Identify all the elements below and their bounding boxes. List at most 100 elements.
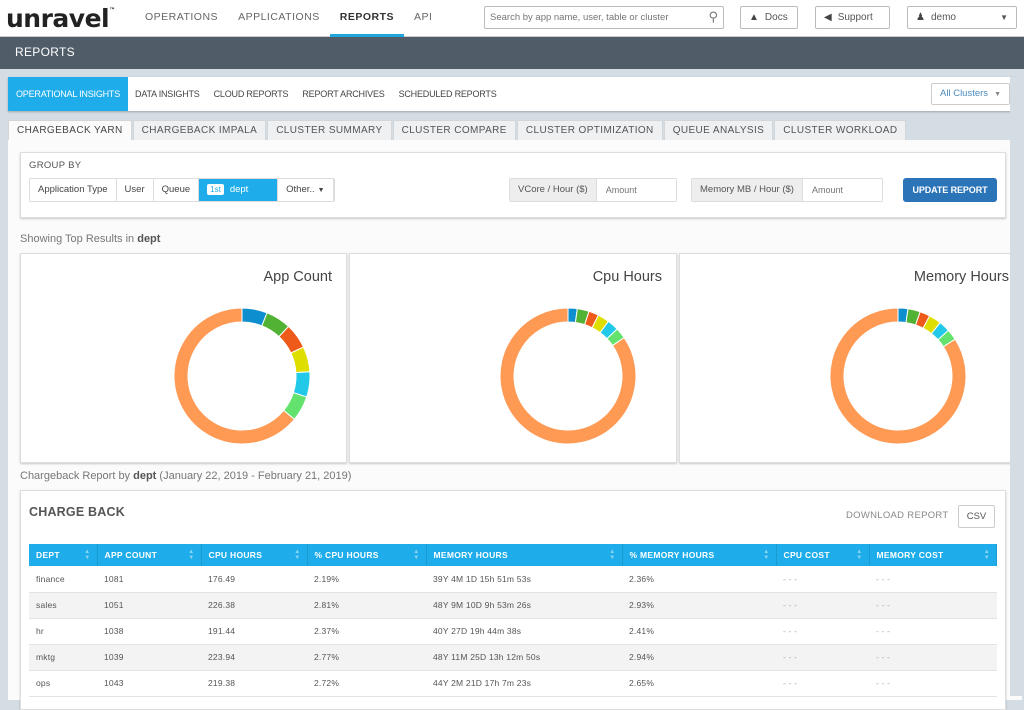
group-by-other-label: Other..: [286, 184, 315, 195]
nav-reports[interactable]: REPORTS: [329, 0, 405, 37]
col-memory-cost[interactable]: MEMORY COST ▲ ▼: [869, 544, 997, 566]
unravel-logo[interactable]: unravel™: [6, 4, 115, 33]
col-pct-memory-hours[interactable]: % MEMORY HOURS ▲ ▼: [622, 544, 777, 566]
cell-memory-cost: - - -: [869, 592, 997, 619]
tab-cluster-summary[interactable]: CLUSTER SUMMARY: [267, 120, 392, 140]
cpu-hours-donut: [499, 307, 637, 445]
docs-label: Docs: [764, 12, 788, 23]
cell-memory-hours: 48Y 9M 10D 9h 53m 26s: [426, 592, 622, 619]
subnav-scheduled-reports[interactable]: SCHEDULED REPORTS: [392, 77, 504, 111]
col-pct-cpu-hours[interactable]: % CPU HOURS ▲ ▼: [307, 544, 427, 566]
col-label: APP COUNT: [104, 550, 158, 560]
cluster-select[interactable]: All Clusters ▼: [931, 83, 1010, 105]
chargeback-caption: Chargeback Report by dept (January 22, 2…: [20, 470, 351, 482]
subnav-operational-insights[interactable]: OPERATIONAL INSIGHTS: [8, 77, 129, 111]
subnav-report-archives[interactable]: REPORT ARCHIVES: [295, 77, 391, 111]
cell-pct-cpu-hours: 2.81%: [307, 592, 426, 619]
sort-icon: ▲ ▼: [188, 549, 195, 561]
tab-cluster-optimization[interactable]: CLUSTER OPTIMIZATION: [516, 120, 663, 140]
tab-cluster-compare[interactable]: CLUSTER COMPARE: [392, 120, 516, 140]
col-label: MEMORY HOURS: [433, 550, 508, 560]
support-button[interactable]: ◀ Support: [815, 6, 890, 29]
sort-icon: ▲ ▼: [413, 549, 420, 561]
cell-cpu-hours: 176.49: [201, 566, 307, 593]
table-row[interactable]: sales 1051 226.38 2.81% 48Y 9M 10D 9h 53m 26…: [29, 592, 997, 619]
cell-memory-cost: - - -: [869, 566, 997, 593]
tab-chargeback-yarn[interactable]: CHARGEBACK YARN: [8, 120, 132, 140]
cell-pct-memory-hours: 2.65%: [622, 670, 776, 697]
group-by-other-dropdown[interactable]: Other.. ▼: [278, 179, 334, 201]
tab-cluster-workload[interactable]: CLUSTER WORKLOAD: [774, 120, 907, 140]
docs-button[interactable]: ▲ Docs: [740, 6, 798, 29]
col-app-count[interactable]: APP COUNT ▲ ▼: [97, 544, 202, 566]
sort-icon: ▲ ▼: [609, 549, 616, 561]
cell-memory-hours: 40Y 27D 19h 44m 38s: [426, 618, 622, 645]
cell-cpu-hours: 219.38: [201, 670, 307, 697]
memory-rate-input[interactable]: [802, 179, 882, 201]
support-label: Support: [837, 12, 873, 23]
nav-api[interactable]: API: [404, 0, 442, 37]
sort-icon: ▲ ▼: [763, 549, 770, 561]
memory-rate-label: Memory MB / Hour ($): [692, 179, 803, 201]
group-by-panel: GROUP BY Application Type User Queue 1st…: [20, 152, 1006, 218]
cpu-hours-panel: Cpu Hours: [349, 253, 677, 463]
subnav-cloud-reports[interactable]: CLOUD REPORTS: [207, 77, 296, 111]
col-dept[interactable]: DEPT ▲ ▼: [29, 544, 98, 566]
table-row[interactable]: mktg 1039 223.94 2.77% 48Y 11M 25D 13h 12m 5…: [29, 644, 997, 671]
report-tabs: CHARGEBACK YARN CHARGEBACK IMPALA CLUSTE…: [8, 120, 907, 140]
col-cpu-cost[interactable]: CPU COST ▲ ▼: [776, 544, 870, 566]
showing-prefix: Showing Top Results in: [20, 233, 135, 245]
cell-memory-hours: 39Y 4M 1D 15h 51m 53s: [426, 566, 622, 593]
subnav-data-insights[interactable]: DATA INSIGHTS: [128, 77, 207, 111]
col-label: MEMORY COST: [876, 550, 944, 560]
memory-rate-group: Memory MB / Hour ($): [691, 178, 883, 202]
sort-icon: ▲ ▼: [294, 549, 301, 561]
memory-hours-donut: [829, 307, 967, 445]
sort-icon: ▲ ▼: [84, 549, 91, 561]
search-input[interactable]: [485, 7, 695, 28]
search-icon[interactable]: ⚲: [708, 9, 718, 25]
group-by-application-type[interactable]: Application Type: [30, 179, 117, 201]
cell-dept: ops: [29, 670, 97, 697]
cell-app-count: 1038: [97, 618, 201, 645]
tab-content: GROUP BY Application Type User Queue 1st…: [8, 140, 1024, 710]
col-memory-hours[interactable]: MEMORY HOURS ▲ ▼: [426, 544, 623, 566]
group-by-user[interactable]: User: [116, 179, 154, 201]
vcore-rate-input[interactable]: [596, 179, 676, 201]
cell-pct-memory-hours: 2.93%: [622, 592, 776, 619]
table-row[interactable]: hr 1038 191.44 2.37% 40Y 27D 19h 44m 38s 2.41…: [29, 618, 997, 645]
chevron-down-icon: ▼: [994, 91, 1001, 98]
memory-hours-panel: Memory Hours: [679, 253, 1024, 463]
cell-pct-cpu-hours: 2.72%: [307, 670, 426, 697]
group-by-dept[interactable]: 1st dept: [199, 179, 279, 201]
nav-operations[interactable]: OPERATIONS: [135, 0, 228, 37]
tab-chargeback-impala[interactable]: CHARGEBACK IMPALA: [132, 120, 267, 140]
user-menu[interactable]: ♟ demo ▼: [907, 6, 1017, 29]
vcore-rate-label: VCore / Hour ($): [510, 179, 597, 201]
cell-app-count: 1051: [97, 592, 201, 619]
group-by-queue[interactable]: Queue: [153, 179, 200, 201]
cell-pct-cpu-hours: 2.77%: [307, 644, 426, 671]
chargeback-panel: CHARGE BACK DOWNLOAD REPORT CSV DEPT ▲ ▼ A…: [20, 490, 1006, 710]
col-label: % CPU HOURS: [314, 550, 379, 560]
group-by-label: GROUP BY: [29, 160, 82, 171]
cluster-select-value: All Clusters: [940, 88, 989, 99]
cell-dept: mktg: [29, 644, 97, 671]
cell-memory-hours: 44Y 2M 21D 17h 7m 23s: [426, 670, 622, 697]
cell-cpu-cost: - - -: [776, 644, 869, 671]
nav-applications[interactable]: APPLICATIONS: [228, 0, 330, 37]
chart-panels: App Count Cpu Hours Memory Hours: [20, 253, 1024, 463]
cell-pct-memory-hours: 2.41%: [622, 618, 776, 645]
cell-cpu-cost: - - -: [776, 618, 869, 645]
csv-download-button[interactable]: CSV: [958, 505, 995, 528]
table-row[interactable]: finance 1081 176.49 2.19% 39Y 4M 1D 15h 51m …: [29, 566, 997, 593]
update-report-button[interactable]: UPDATE REPORT: [903, 178, 997, 202]
tab-queue-analysis[interactable]: QUEUE ANALYSIS: [663, 120, 774, 140]
page-scrollbar[interactable]: [1010, 77, 1024, 696]
col-cpu-hours[interactable]: CPU HOURS ▲ ▼: [201, 544, 308, 566]
cell-dept: sales: [29, 592, 97, 619]
cell-pct-memory-hours: 2.94%: [622, 644, 776, 671]
showing-caption: Showing Top Results in dept: [20, 233, 160, 245]
order-badge: 1st: [207, 184, 224, 195]
table-row[interactable]: ops 1043 219.38 2.72% 44Y 2M 21D 17h 7m 23s 2…: [29, 670, 997, 697]
